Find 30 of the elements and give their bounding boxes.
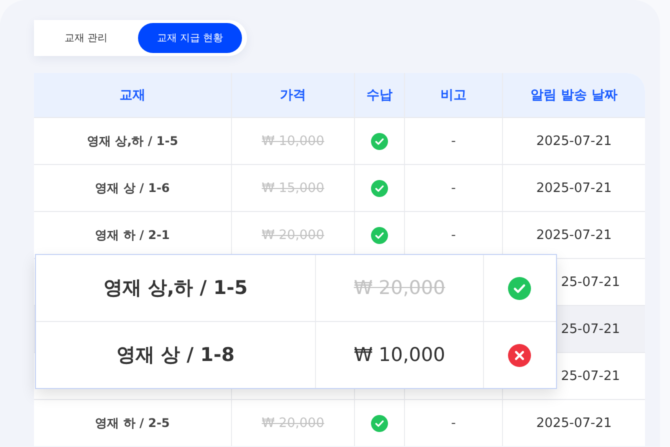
table-cell: 2025-07-21 [536, 180, 612, 196]
table-cell: 영재 상 / 1-6 [95, 180, 170, 196]
table-cell: 영재 상,하 / 1-5 [86, 132, 178, 150]
table-cell: 25-07-21 [561, 368, 620, 384]
table-cell: - [451, 416, 456, 430]
table-cell: 25-07-21 [561, 322, 620, 336]
table-cell: 2025-07-21 [536, 134, 612, 148]
table-cell: 영재 하 / 2-1 [95, 226, 170, 244]
tab[interactable]: 교재 관리 [34, 23, 138, 53]
table-cell: ₩ 20,000 [354, 277, 446, 299]
column-header: 가격 [280, 87, 306, 104]
table-cell: 2025-07-21 [536, 416, 612, 430]
table-cell: ₩ 20,000 [262, 416, 324, 430]
table-cell: ₩ 20,000 [262, 228, 324, 242]
table-cell: 25-07-21 [561, 274, 620, 290]
table-cell: 영재 하 / 2-5 [95, 414, 170, 432]
column-header: 알림 발송 날짜 [530, 87, 618, 104]
tab[interactable]: 교재 지급 현황 [138, 23, 242, 53]
table-cell: ₩ 15,000 [262, 180, 324, 196]
table-cell: 2025-07-21 [536, 228, 612, 242]
table-cell: ₩ 10,000 [354, 344, 446, 366]
table-cell: - [451, 228, 456, 242]
column-header: 수납 [366, 87, 392, 104]
table-cell-text: 영재 상,하 / 1-5 [103, 276, 248, 301]
table-cell: ₩ 10,000 [262, 134, 324, 148]
table-cell: - [451, 134, 456, 148]
table-cell-text: 영재 상 / 1-8 [116, 343, 235, 368]
column-header: 비고 [440, 87, 466, 104]
table-cell: - [451, 180, 456, 196]
column-header: 교재 [120, 87, 146, 104]
